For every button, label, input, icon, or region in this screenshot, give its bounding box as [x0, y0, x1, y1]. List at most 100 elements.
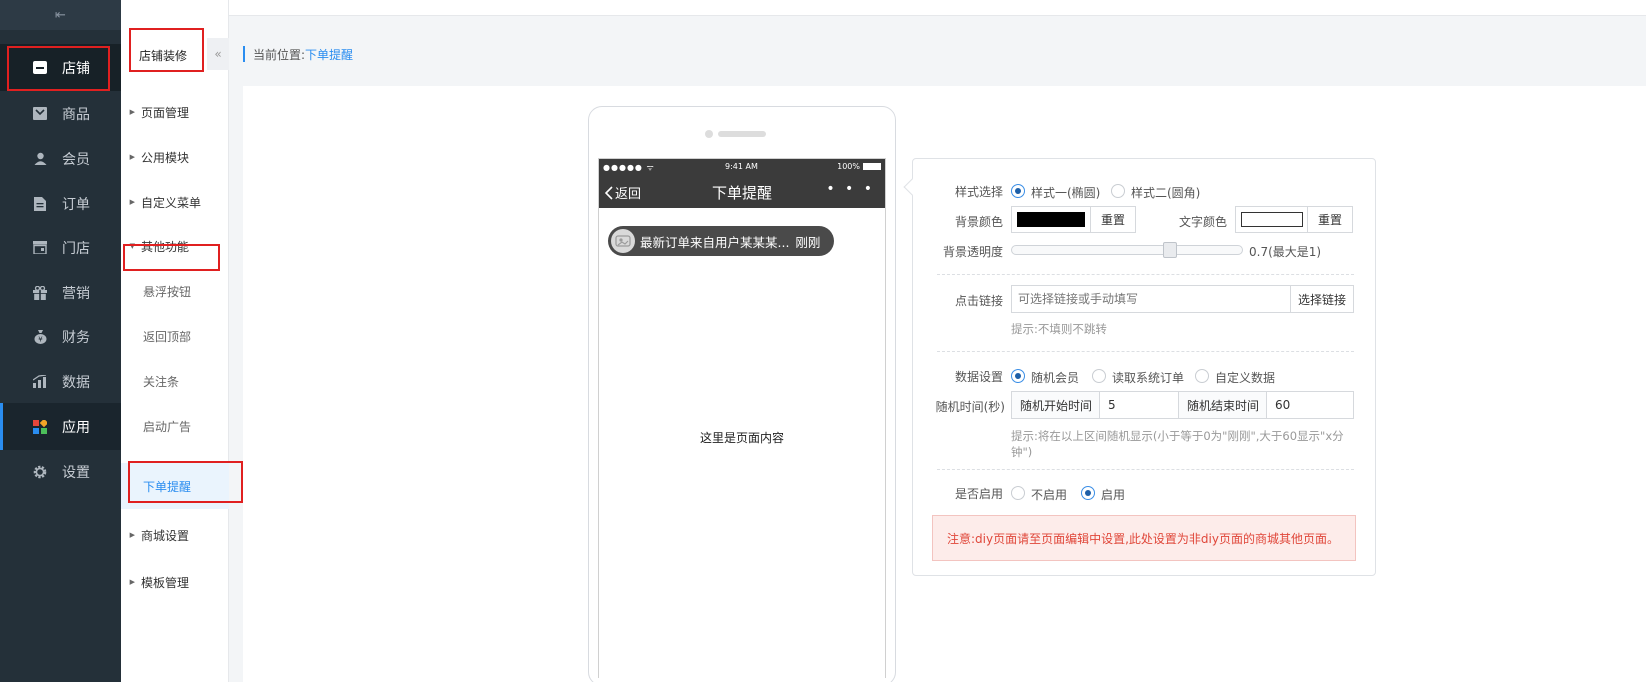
- main-sidebar: ⇤ 店铺 商品 会员 订单 门店 营销 ¥ 财务 数据 应用 设置: [0, 0, 121, 682]
- system-order-radio[interactable]: [1092, 369, 1106, 383]
- subnav-item-back-to-top[interactable]: 返回顶部: [121, 321, 229, 351]
- text-color-reset-button[interactable]: 重置: [1307, 206, 1353, 233]
- subnav-item-other-functions[interactable]: ▼ 其他功能: [121, 231, 229, 261]
- subnav-item-label: 模板管理: [141, 575, 190, 590]
- style-ellipse-radio[interactable]: [1011, 184, 1025, 198]
- style-ellipse-label: 样式一(椭圆): [1031, 186, 1101, 200]
- order-reminder-bubble: 最新订单来自用户某某某... 刚刚: [608, 226, 834, 256]
- chart-icon: [32, 374, 48, 390]
- caret-right-icon: ▶: [129, 531, 135, 539]
- warning-alert: 注意:diy页面请至页面编辑中设置,此处设置为非diy页面的商城其他页面。: [932, 515, 1356, 561]
- system-order-label: 读取系统订单: [1112, 371, 1185, 385]
- bg-color-reset-button[interactable]: 重置: [1090, 206, 1136, 233]
- caret-right-icon: ▶: [129, 578, 135, 586]
- random-member-radio[interactable]: [1011, 369, 1025, 383]
- subnav-item-follow-bar[interactable]: 关注条: [121, 366, 229, 396]
- sidebar-item-settings[interactable]: 设置: [0, 448, 121, 495]
- subnav-item-page-management[interactable]: ▶ 页面管理: [121, 97, 229, 127]
- subnav-item-label: 悬浮按钮: [143, 284, 192, 299]
- start-time-label: 随机开始时间: [1011, 391, 1100, 419]
- user-icon: [615, 235, 631, 247]
- subnav-item-custom-menu[interactable]: ▶ 自定义菜单: [121, 187, 229, 217]
- text-color-picker[interactable]: [1235, 206, 1308, 233]
- phone-preview: ●●●●● ᯤ 9:41 AM 100% 返回 下单提醒 • • • 最新订单来…: [588, 106, 896, 682]
- double-chevron-left-icon: «: [214, 47, 222, 61]
- sidebar-item-label: 营销: [62, 285, 90, 302]
- text-color-label: 文字颜色: [1178, 215, 1227, 229]
- custom-data-radio[interactable]: [1195, 369, 1209, 383]
- order-icon: [32, 196, 48, 212]
- custom-data-label: 自定义数据: [1215, 371, 1276, 385]
- member-icon: [32, 151, 48, 167]
- random-time-label: 随机时间(秒): [935, 400, 1005, 414]
- sidebar-item-label: 设置: [62, 464, 90, 481]
- bg-color-picker[interactable]: [1011, 206, 1091, 233]
- battery-icon: [863, 163, 881, 170]
- start-time-input[interactable]: 5: [1099, 391, 1179, 419]
- sidebar-item-label: 会员: [62, 151, 90, 168]
- sidebar-item-marketing[interactable]: 营销: [0, 269, 121, 316]
- opacity-slider[interactable]: [1011, 242, 1243, 258]
- subnav-item-label: 页面管理: [141, 105, 190, 120]
- caret-down-icon: ▼: [129, 242, 135, 250]
- sidebar-item-member[interactable]: 会员: [0, 135, 121, 182]
- disable-radio[interactable]: [1011, 486, 1025, 500]
- link-input[interactable]: [1011, 285, 1291, 313]
- sidebar-item-label: 应用: [62, 419, 90, 436]
- style-rounded-radio[interactable]: [1111, 184, 1125, 198]
- breadcrumb-prefix: 当前位置:: [253, 47, 306, 62]
- sidebar-item-label: 商品: [62, 106, 90, 123]
- phone-title-bar: 返回 下单提醒 • • •: [599, 175, 885, 208]
- subnav-item-template-management[interactable]: ▶ 模板管理: [121, 567, 229, 597]
- collapse-icon: ⇤: [55, 7, 66, 23]
- sidebar-collapse-button[interactable]: ⇤: [0, 0, 121, 30]
- caret-right-icon: ▶: [129, 108, 135, 116]
- more-icon[interactable]: • • •: [826, 181, 875, 197]
- phone-screen: ●●●●● ᯤ 9:41 AM 100% 返回 下单提醒 • • • 最新订单来…: [598, 158, 886, 678]
- subnav-item-order-reminder[interactable]: 下单提醒: [121, 463, 229, 509]
- svg-text:¥: ¥: [38, 335, 43, 343]
- sidebar-item-apps[interactable]: 应用: [0, 403, 121, 450]
- sidebar-item-data[interactable]: 数据: [0, 358, 121, 405]
- divider: [937, 351, 1354, 352]
- sidebar-item-label: 订单: [62, 196, 90, 213]
- sidebar-item-order[interactable]: 订单: [0, 180, 121, 227]
- subnav-item-label: 自定义菜单: [141, 195, 202, 210]
- subnav-header: 店铺装修 «: [121, 30, 229, 78]
- subnav-item-mall-settings[interactable]: ▶ 商城设置: [121, 520, 229, 550]
- divider: [937, 469, 1354, 470]
- breadcrumb-current[interactable]: 下单提醒: [305, 46, 353, 63]
- gear-icon: [32, 464, 48, 480]
- settings-panel: 样式选择 样式一(椭圆) 样式二(圆角) 背景颜色 重置 文字颜色 重置 背景透…: [903, 158, 1376, 576]
- page-content-placeholder: 这里是页面内容: [699, 431, 784, 445]
- sidebar-item-label: 数据: [62, 374, 90, 391]
- text-color-swatch: [1241, 212, 1303, 227]
- end-time-label: 随机结束时间: [1178, 391, 1267, 419]
- subnav-item-label: 其他功能: [141, 239, 190, 254]
- fold-sidebar-button[interactable]: «: [207, 38, 229, 70]
- bg-color-label: 背景颜色: [954, 215, 1003, 229]
- divider: [937, 274, 1354, 275]
- sidebar-item-label: 门店: [62, 240, 90, 257]
- link-hint: 提示:不填则不跳转: [1011, 322, 1107, 336]
- sidebar-item-store[interactable]: 店铺: [0, 44, 121, 91]
- bg-color-swatch: [1017, 212, 1085, 227]
- phone-status-bar: ●●●●● ᯤ 9:41 AM 100%: [599, 159, 885, 175]
- sidebar-item-finance[interactable]: ¥ 财务: [0, 313, 121, 360]
- opacity-slider-handle[interactable]: [1163, 242, 1178, 258]
- random-time-hint: 提示:将在以上区间随机显示(小于等于0为"刚刚",大于60显示"x分钟"): [1011, 429, 1344, 459]
- subnav-item-float-button[interactable]: 悬浮按钮: [121, 276, 229, 306]
- signal-icon: ●●●●● ᯤ: [603, 163, 655, 172]
- subnav-item-common-modules[interactable]: ▶ 公用模块: [121, 142, 229, 172]
- link-label: 点击链接: [954, 294, 1003, 308]
- subnav-item-label: 关注条: [143, 374, 180, 389]
- sidebar-item-goods[interactable]: 商品: [0, 90, 121, 137]
- random-member-label: 随机会员: [1031, 371, 1080, 385]
- store-icon: [32, 60, 48, 76]
- enable-radio[interactable]: [1081, 486, 1095, 500]
- sidebar-item-shop[interactable]: 门店: [0, 224, 121, 271]
- style-label: 样式选择: [954, 185, 1003, 199]
- end-time-input[interactable]: 60: [1266, 391, 1354, 419]
- select-link-button[interactable]: 选择链接: [1290, 285, 1354, 313]
- subnav-item-launch-ad[interactable]: 启动广告: [121, 411, 229, 441]
